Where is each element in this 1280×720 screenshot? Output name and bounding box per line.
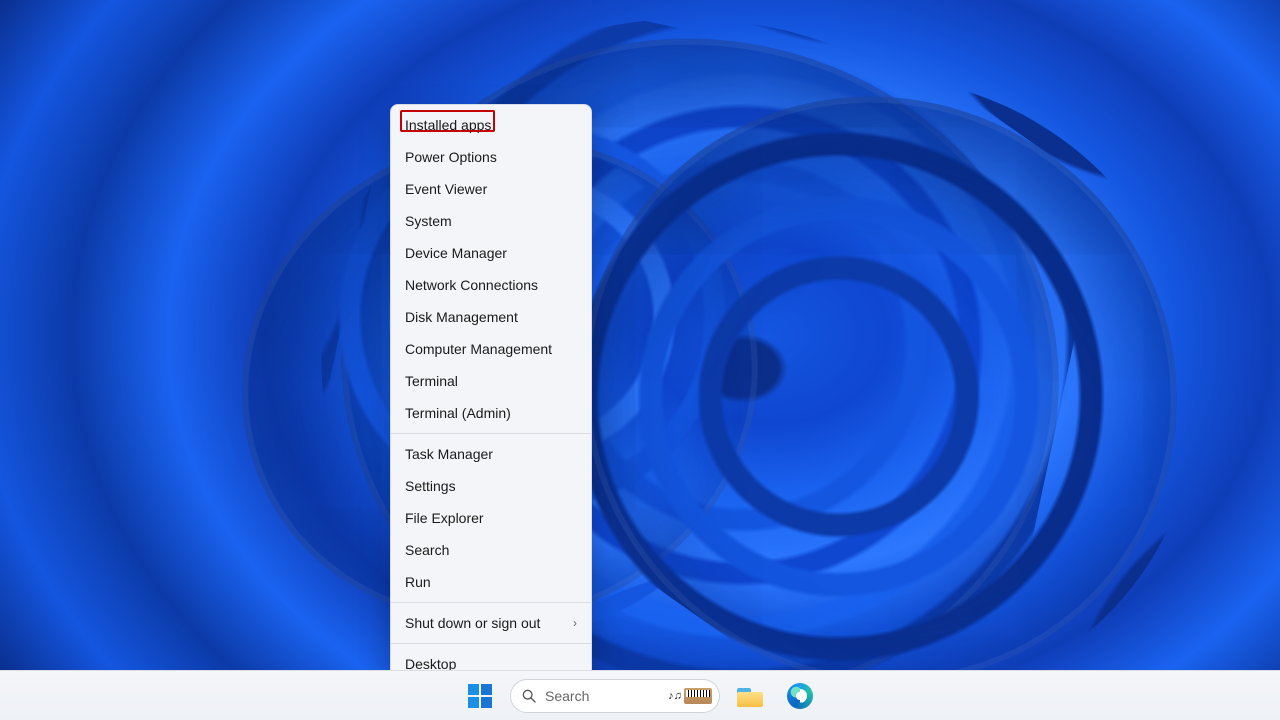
windows-logo-icon xyxy=(468,684,492,708)
file-explorer-icon xyxy=(737,685,763,707)
menu-item-label: Run xyxy=(405,573,431,591)
menu-item-terminal[interactable]: Terminal xyxy=(391,365,591,397)
menu-item-disk-management[interactable]: Disk Management xyxy=(391,301,591,333)
menu-item-label: Settings xyxy=(405,477,456,495)
menu-item-label: Task Manager xyxy=(405,445,493,463)
chevron-right-icon: › xyxy=(573,614,577,632)
music-notes-icon: ♪♫ xyxy=(668,690,682,702)
taskbar-search[interactable]: Search ♪♫ xyxy=(510,679,720,713)
menu-item-device-manager[interactable]: Device Manager xyxy=(391,237,591,269)
piano-icon xyxy=(684,688,712,704)
menu-item-label: Event Viewer xyxy=(405,180,487,198)
taskbar-pinned-edge[interactable] xyxy=(780,676,820,716)
menu-item-run[interactable]: Run xyxy=(391,566,591,598)
menu-item-file-explorer[interactable]: File Explorer xyxy=(391,502,591,534)
menu-item-label: Search xyxy=(405,541,449,559)
menu-item-label: Shut down or sign out xyxy=(405,614,540,632)
menu-item-installed-apps[interactable]: Installed apps xyxy=(391,109,591,141)
menu-item-settings[interactable]: Settings xyxy=(391,470,591,502)
menu-item-system[interactable]: System xyxy=(391,205,591,237)
menu-item-label: File Explorer xyxy=(405,509,484,527)
menu-item-label: Installed apps xyxy=(405,116,491,134)
menu-item-event-viewer[interactable]: Event Viewer xyxy=(391,173,591,205)
menu-separator xyxy=(391,643,591,644)
menu-item-label: Power Options xyxy=(405,148,497,166)
menu-item-network-connections[interactable]: Network Connections xyxy=(391,269,591,301)
menu-separator xyxy=(391,602,591,603)
menu-item-label: Disk Management xyxy=(405,308,518,326)
menu-item-label: Terminal (Admin) xyxy=(405,404,511,422)
microsoft-edge-icon xyxy=(787,683,813,709)
search-highlight-badge: ♪♫ xyxy=(667,684,713,708)
menu-item-terminal-admin[interactable]: Terminal (Admin) xyxy=(391,397,591,429)
menu-item-computer-management[interactable]: Computer Management xyxy=(391,333,591,365)
menu-item-label: Computer Management xyxy=(405,340,552,358)
menu-item-label: Network Connections xyxy=(405,276,538,294)
menu-item-label: Terminal xyxy=(405,372,458,390)
menu-separator xyxy=(391,433,591,434)
menu-item-power-options[interactable]: Power Options xyxy=(391,141,591,173)
menu-item-label: System xyxy=(405,212,452,230)
search-icon xyxy=(521,688,537,704)
winx-context-menu: Installed apps Power Options Event Viewer S… xyxy=(390,104,592,685)
menu-item-task-manager[interactable]: Task Manager xyxy=(391,438,591,470)
menu-item-search[interactable]: Search xyxy=(391,534,591,566)
taskbar-pinned-file-explorer[interactable] xyxy=(730,676,770,716)
menu-item-label: Device Manager xyxy=(405,244,507,262)
taskbar: Search ♪♫ xyxy=(0,670,1280,720)
desktop-wallpaper[interactable] xyxy=(0,0,1280,670)
start-button[interactable] xyxy=(460,676,500,716)
menu-item-shut-down-or-sign-out[interactable]: Shut down or sign out › xyxy=(391,607,591,639)
